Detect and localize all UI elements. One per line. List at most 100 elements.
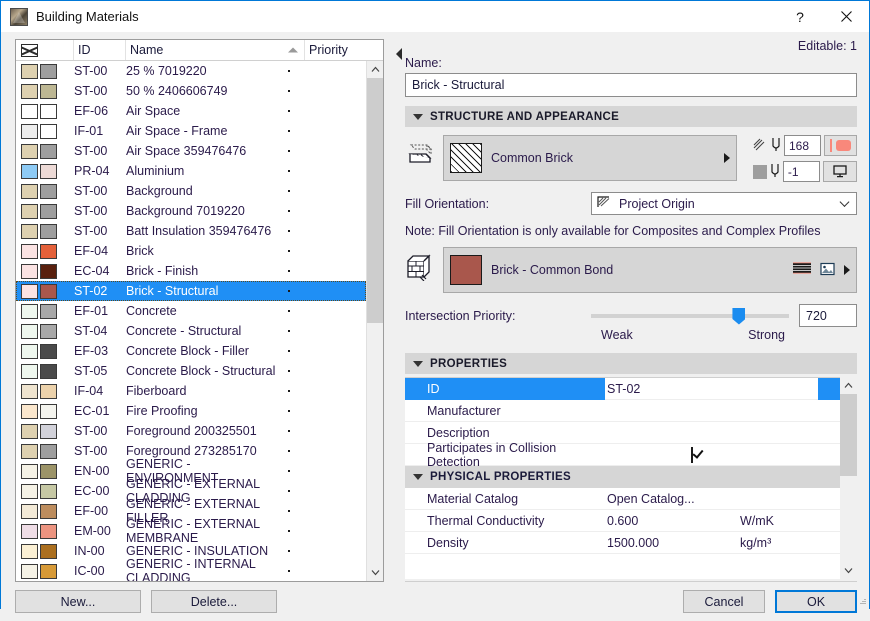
column-id[interactable]: ID	[74, 40, 126, 60]
new-button[interactable]: New...	[15, 590, 141, 613]
column-attributes[interactable]	[16, 40, 74, 60]
surface-value: Brick - Common Bond	[491, 263, 784, 277]
editable-count: Editable: 1	[405, 39, 857, 55]
slider-knob[interactable]	[732, 308, 745, 325]
row-swatches	[16, 284, 74, 299]
cut-fill-picker[interactable]: Common Brick	[443, 135, 737, 181]
close-button[interactable]	[823, 1, 869, 32]
table-row[interactable]: ST-02Brick - Structural	[16, 281, 366, 301]
table-row[interactable]: ST-00Background 7019220	[16, 201, 366, 221]
table-row[interactable]: EF-04Brick	[16, 241, 366, 261]
table-row[interactable]: EM-00GENERIC - EXTERNAL MEMBRANE	[16, 521, 366, 541]
screen-button[interactable]	[823, 161, 857, 182]
property-row[interactable]: Material CatalogOpen Catalog...	[405, 488, 840, 510]
structure-section-header[interactable]: STRUCTURE AND APPEARANCE	[405, 106, 857, 127]
row-id: EC-01	[74, 404, 126, 418]
property-row[interactable]: Density1500.000kg/m³	[405, 532, 840, 554]
resize-grip-icon[interactable]	[856, 596, 866, 606]
table-row[interactable]: IF-01Air Space - Frame	[16, 121, 366, 141]
fill-pen-number[interactable]: 168	[784, 135, 821, 156]
row-id: IN-00	[74, 544, 126, 558]
table-row[interactable]: ST-00Background	[16, 181, 366, 201]
materials-list-pane: ID Name Priority ST-0025 % 7019220ST-005…	[1, 32, 393, 621]
property-row[interactable]: Participates in Collision Detection	[405, 444, 840, 466]
property-value[interactable]: Open Catalog...	[605, 492, 740, 506]
physical-properties-section-header[interactable]: PHYSICAL PROPERTIES	[405, 466, 840, 488]
column-name[interactable]: Name	[126, 40, 305, 60]
checkbox-checked-icon[interactable]	[691, 447, 693, 463]
table-row[interactable]: ST-04Concrete - Structural	[16, 321, 366, 341]
scroll-up-button[interactable]	[367, 61, 384, 78]
properties-scroll-up-button[interactable]	[840, 377, 857, 394]
fill-swatch	[21, 104, 38, 119]
pen-swatch	[40, 304, 57, 319]
pen-swatch	[40, 164, 57, 179]
table-row[interactable]: IF-04Fiberboard	[16, 381, 366, 401]
list-vertical-scrollbar[interactable]	[366, 61, 383, 581]
background-pen-number[interactable]: -1	[783, 161, 821, 182]
ok-button[interactable]: OK	[775, 590, 857, 613]
properties-scroll-track[interactable]	[840, 394, 857, 562]
fill-orientation-select[interactable]: Project Origin	[591, 192, 857, 215]
row-name: Fiberboard	[126, 384, 288, 398]
delete-button[interactable]: Delete...	[151, 590, 277, 613]
table-row[interactable]: EF-03Concrete Block - Filler	[16, 341, 366, 361]
property-value[interactable]: 1500.000	[605, 536, 740, 550]
pen-swatch	[40, 424, 57, 439]
table-row[interactable]: PR-04Aluminium	[16, 161, 366, 181]
table-row[interactable]: EC-04Brick - Finish	[16, 261, 366, 281]
picture-icon[interactable]	[820, 262, 835, 279]
property-row[interactable]: IDST-02	[405, 378, 840, 400]
dialog-body: ID Name Priority ST-0025 % 7019220ST-005…	[1, 32, 869, 621]
help-button[interactable]: ?	[777, 1, 823, 32]
row-name: GENERIC - INSULATION	[126, 544, 288, 558]
building-materials-dialog: Building Materials ? ID	[0, 0, 870, 609]
intersection-priority-row: Intersection Priority: 720	[405, 304, 857, 327]
column-priority[interactable]: Priority	[305, 40, 383, 60]
table-row[interactable]: EC-01Fire Proofing	[16, 401, 366, 421]
intersection-priority-value[interactable]: 720	[799, 304, 857, 327]
row-name: 50 % 2406606749	[126, 84, 288, 98]
cancel-button[interactable]: Cancel	[683, 590, 765, 613]
list-header: ID Name Priority	[16, 40, 383, 61]
fill-pen-color-button[interactable]	[824, 135, 857, 156]
properties-scroll-thumb[interactable]	[840, 394, 857, 476]
pen-swatch	[40, 504, 57, 519]
row-id: IF-04	[74, 384, 126, 398]
property-value[interactable]	[605, 448, 740, 462]
intersection-priority-slider[interactable]	[591, 307, 799, 325]
row-id: ST-00	[74, 84, 126, 98]
chevron-down-icon	[844, 567, 853, 574]
scroll-track[interactable]	[367, 78, 384, 564]
table-row[interactable]: ST-00Batt Insulation 359476476	[16, 221, 366, 241]
scroll-down-button[interactable]	[367, 564, 384, 581]
properties-scroll-down-button[interactable]	[840, 562, 857, 579]
property-row[interactable]: Manufacturer	[405, 400, 840, 422]
table-row[interactable]: ST-0050 % 2406606749	[16, 81, 366, 101]
pen-swatch	[40, 284, 57, 299]
property-row[interactable]: Thermal Conductivity0.600W/mK	[405, 510, 840, 532]
pane-collapse-handle[interactable]	[393, 32, 405, 621]
property-edit-chip[interactable]	[818, 378, 840, 400]
row-swatches	[16, 484, 74, 499]
table-row[interactable]: ST-00Air Space 359476476	[16, 141, 366, 161]
property-value[interactable]: 0.600	[605, 514, 740, 528]
table-row[interactable]: EF-01Concrete	[16, 301, 366, 321]
surface-picker[interactable]: Brick - Common Bond	[443, 247, 857, 293]
pen-swatch	[40, 264, 57, 279]
table-row[interactable]: IC-00GENERIC - INTERNAL CLADDING	[16, 561, 366, 581]
table-row[interactable]: ST-00Foreground 200325501	[16, 421, 366, 441]
table-row[interactable]: EF-06Air Space	[16, 101, 366, 121]
properties-scrollbar[interactable]	[840, 377, 857, 579]
name-input[interactable]: Brick - Structural	[405, 73, 857, 97]
slider-weak-label: Weak	[601, 328, 633, 342]
property-name: Description	[405, 426, 605, 440]
table-row[interactable]: ST-05Concrete Block - Structural	[16, 361, 366, 381]
fill-swatch	[21, 204, 38, 219]
fill-pen-icon	[753, 137, 768, 155]
properties-section-header[interactable]: PROPERTIES	[405, 353, 857, 374]
row-id: ST-00	[74, 64, 126, 78]
table-row[interactable]: ST-0025 % 7019220	[16, 61, 366, 81]
property-value[interactable]: ST-02	[605, 382, 718, 396]
scroll-thumb[interactable]	[367, 78, 384, 323]
